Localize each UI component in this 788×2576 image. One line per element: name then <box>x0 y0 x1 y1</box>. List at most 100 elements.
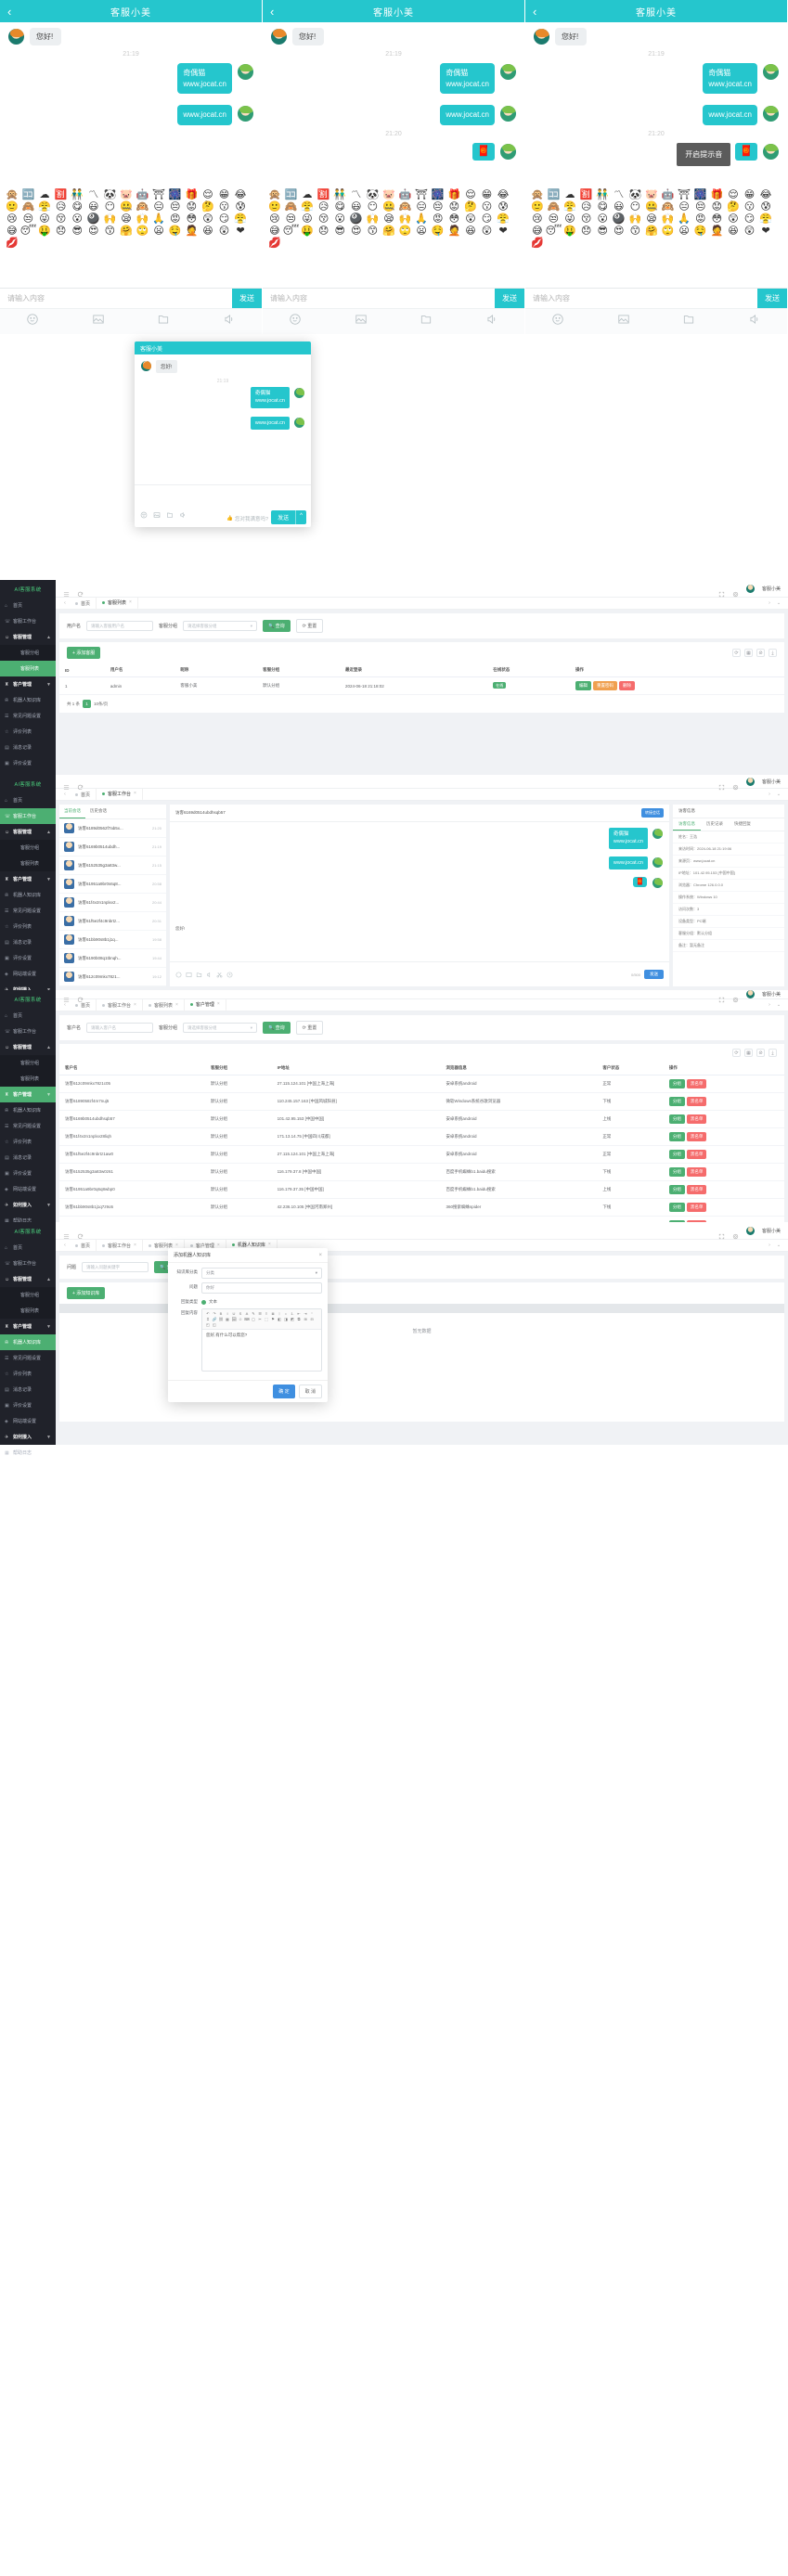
emoji-item[interactable]: 😲 <box>216 225 233 238</box>
back-icon[interactable]: ‹ <box>270 6 289 18</box>
emoji-item[interactable]: 😑 <box>150 201 167 213</box>
editor-tool[interactable]: ◨ <box>283 1317 289 1321</box>
emoji-item[interactable]: 🤦 <box>184 225 200 238</box>
sidebar-item-0[interactable]: ⌂首页 <box>0 1008 56 1024</box>
conversation-item-3[interactable]: 访客61951a9br0s6q8...20:58 <box>59 875 166 894</box>
sidebar-item-10[interactable]: ▣评价设置 <box>0 1166 56 1181</box>
gear-icon[interactable] <box>732 1228 739 1234</box>
emoji-item[interactable]: 🐼 <box>627 189 644 201</box>
refresh-icon[interactable] <box>77 779 84 785</box>
rich-text-editor[interactable]: ↶↷BIUSA✎☰≡≣⁝•1.⇤⇥“⌗🔗⛓▦🖼☺⌨▢✂⬚⚑◧◨◩⧉⊞⊟◰◱ 您好… <box>201 1308 322 1372</box>
send-button[interactable]: 发送 <box>232 289 262 309</box>
confirm-button[interactable]: 确 定 <box>273 1385 294 1398</box>
emoji-item[interactable]: 😤 <box>757 213 774 225</box>
message-input[interactable]: 请输入内容 <box>263 293 495 303</box>
tabs-scroll-right[interactable]: › <box>765 1243 774 1248</box>
gear-icon[interactable] <box>732 991 739 998</box>
emoji-item[interactable]: 😤 <box>562 201 578 213</box>
emoji-item[interactable]: 🤤 <box>692 225 709 238</box>
emoji-item[interactable]: 🐷 <box>381 189 397 201</box>
sidebar-item-7[interactable]: ☰常见问题设置 <box>0 1118 56 1134</box>
table-row[interactable]: 访客6152535g3a83w0z61默认分组116.179.37.8 [中国中… <box>59 1164 784 1181</box>
close-icon[interactable]: × <box>217 1001 220 1007</box>
radio-text[interactable] <box>201 1300 206 1305</box>
action-button-黑名单[interactable]: 黑名单 <box>687 1185 707 1194</box>
add-agent-button[interactable]: + 添加客服 <box>67 647 100 659</box>
editor-tool[interactable]: ☺ <box>238 1317 243 1321</box>
emoji-item[interactable]: 🙌 <box>660 213 677 225</box>
editor-content[interactable]: 您好,有什么可以帮您? <box>202 1330 321 1371</box>
emoji-item[interactable]: 😴 <box>283 225 300 238</box>
emoji-item[interactable]: ☁ <box>299 189 316 201</box>
sidebar-item-7[interactable]: ☰常见问题设置 <box>0 903 56 919</box>
sidebar-item-3[interactable]: 客服分组 <box>0 645 56 661</box>
close-icon[interactable]: × <box>318 1253 322 1258</box>
emoji-item[interactable]: 😋 <box>594 201 611 213</box>
search-button[interactable]: 🔍 查询 <box>263 620 291 632</box>
emoji-item[interactable]: 😆 <box>725 225 742 238</box>
emoji-item[interactable]: 😟 <box>709 201 726 213</box>
emoji-item[interactable]: 😲 <box>742 225 758 238</box>
action-button-编辑[interactable]: 编辑 <box>575 681 591 690</box>
editor-tool[interactable]: ▦ <box>225 1317 230 1321</box>
action-button-分组[interactable]: 分组 <box>669 1079 685 1088</box>
emoji-item[interactable]: 🤑 <box>36 225 53 238</box>
emoji-item[interactable]: 😤 <box>36 201 53 213</box>
action-button-黑名单[interactable]: 黑名单 <box>687 1167 707 1177</box>
emoji-item[interactable]: 🤖 <box>397 189 414 201</box>
conversation-tab-1[interactable]: 历史会话 <box>85 805 111 818</box>
tabs-menu-icon[interactable]: ⌄ <box>774 1243 783 1248</box>
emoji-item[interactable]: 👬 <box>331 189 348 201</box>
emoji-item[interactable]: 🙉 <box>660 201 677 213</box>
columns-icon[interactable]: ▦ <box>744 649 753 657</box>
sound-icon[interactable] <box>485 313 498 330</box>
emoji-item[interactable]: 🤤 <box>430 225 446 238</box>
editor-tool[interactable]: ↶ <box>205 1311 211 1316</box>
emoji-item[interactable]: 🤦 <box>709 225 726 238</box>
emoji-item[interactable]: 🙊 <box>266 189 283 201</box>
emoji-item[interactable]: 🤔 <box>200 201 216 213</box>
action-button-分组[interactable]: 分组 <box>669 1185 685 1194</box>
emoji-item[interactable]: 😳 <box>446 213 463 225</box>
fullscreen-icon[interactable] <box>718 1228 725 1234</box>
editor-tool[interactable]: ⊟ <box>309 1317 315 1321</box>
emoji-item[interactable]: 😳 <box>709 213 726 225</box>
emoji-item[interactable]: 😟 <box>184 201 200 213</box>
emoji-item[interactable]: 😆 <box>200 225 216 238</box>
message-input[interactable]: 请输入内容 <box>525 293 757 303</box>
emoji-item[interactable]: 💋 <box>529 238 546 250</box>
filter-input-1[interactable]: 请选择客服分组▾ <box>183 621 257 631</box>
emoji-item[interactable]: 😅 <box>266 225 283 238</box>
emoji-item[interactable]: 😗 <box>216 201 233 213</box>
emoji-item[interactable]: 😏 <box>479 213 496 225</box>
emoji-item[interactable]: 😤 <box>232 213 249 225</box>
emoji-item[interactable]: 😍 <box>85 225 102 238</box>
sidebar-item-11[interactable]: ◈网站端设置 <box>0 966 56 982</box>
emoji-icon[interactable] <box>289 313 302 330</box>
emoji-item[interactable]: 🤗 <box>381 225 397 238</box>
emoji-item[interactable]: 😴 <box>20 225 37 238</box>
folder-icon[interactable] <box>157 313 170 330</box>
emoji-item[interactable]: 😰 <box>757 201 774 213</box>
folder-icon[interactable] <box>420 313 433 330</box>
sidebar-item-8[interactable]: ☆评价列表 <box>0 1366 56 1382</box>
action-button-分组[interactable]: 分组 <box>669 1150 685 1159</box>
emoji-item[interactable]: 🙂 <box>4 201 20 213</box>
editor-tool[interactable]: ☰ <box>257 1311 263 1316</box>
emoji-item[interactable]: 😰 <box>495 201 511 213</box>
emoji-item[interactable]: 🎱 <box>85 213 102 225</box>
emoji-item[interactable]: 😥 <box>316 201 332 213</box>
sidebar-item-2[interactable]: ☺客服管理▲ <box>0 824 56 840</box>
tabs-scroll-left[interactable]: ‹ <box>60 792 70 797</box>
tabs-scroll-left[interactable]: ‹ <box>60 600 70 606</box>
emoji-item[interactable]: ☁ <box>36 189 53 201</box>
widget-send-group[interactable]: 发送 ^ <box>271 510 306 524</box>
editor-tool[interactable]: ⇤ <box>296 1311 302 1316</box>
editor-tool[interactable]: ⁝ <box>277 1311 282 1316</box>
editor-tool[interactable]: ⬚ <box>264 1317 269 1321</box>
emoji-item[interactable]: 😂 <box>495 189 511 201</box>
emoji-item[interactable]: 😲 <box>462 213 479 225</box>
sidebar-item-10[interactable]: ▣评价设置 <box>0 1397 56 1413</box>
emoji-icon[interactable] <box>140 507 148 523</box>
sidebar-item-0[interactable]: ⌂首页 <box>0 1240 56 1256</box>
